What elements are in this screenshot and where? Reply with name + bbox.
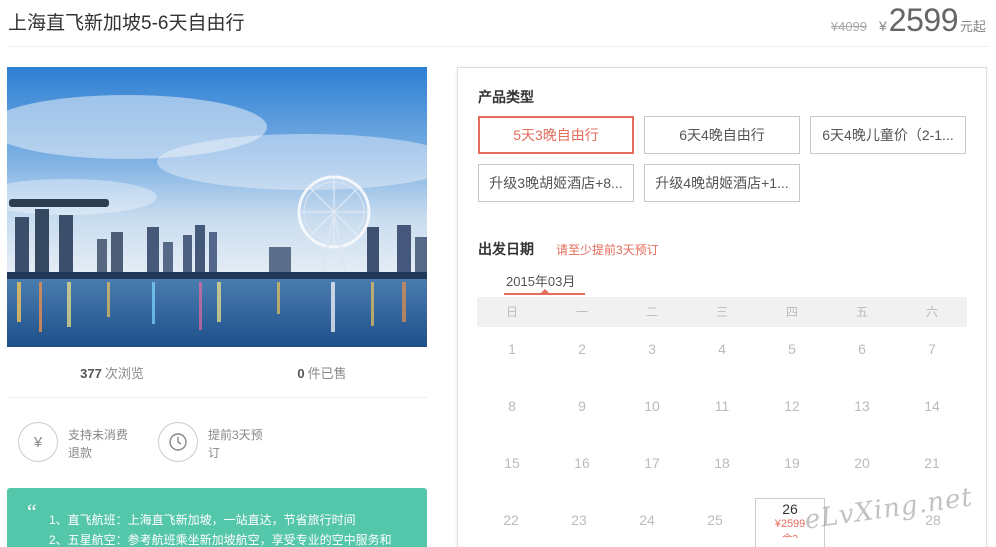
calendar-day: 23 [571,512,587,528]
booking-hint: 请至少提前3天预订 [556,243,659,257]
currency-symbol: ¥ [879,18,887,34]
option-6d4n-child[interactable]: 6天4晚儿童价（2-1... [810,116,966,154]
service-features: ¥ 支持未消费退款 提前3天预订 [18,422,268,462]
weekday-wed: 三 [715,305,728,319]
price-box: ¥4099 ¥ 2599 元起 [831,2,986,39]
calendar-day: 2 [578,341,586,357]
calendar-day: 4 [718,341,726,357]
month-underline [504,293,585,295]
calendar-day: 10 [644,398,660,414]
calendar-day: 14 [924,398,940,414]
highlights-box: “ 1、直飞航班：上海直飞新加坡，一站直达，节省旅行时间 2、五星航空：参考航班… [7,488,427,547]
calendar-day: 9 [578,398,586,414]
calendar-day: 18 [714,455,730,471]
calendar-day: 15 [504,455,520,471]
highlight-line: 2、五星航空：参考航班乘坐新加坡航空，享受专业的空中服务和 [49,533,392,547]
weekday-fri: 五 [855,305,868,319]
calendar-day: 6 [858,341,866,357]
sold-stat: 0 件已售 [297,366,347,381]
calendar-day: 3 [648,341,656,357]
weekday-sun: 日 [505,305,518,319]
booking-panel: 产品类型 5天3晚自由行 6天4晚自由行 6天4晚儿童价（2-1... 升级3晚… [457,67,987,547]
clock-back-icon [158,422,198,462]
weekday-sat: 六 [925,305,938,319]
weekday-thu: 四 [785,305,798,319]
option-6d4n[interactable]: 6天4晚自由行 [644,116,800,154]
option-upgrade-3n[interactable]: 升级3晚胡姬酒店+8... [478,164,634,202]
highlight-line: 1、直飞航班：上海直飞新加坡，一站直达，节省旅行时间 [49,513,356,527]
calendar-day: 17 [644,455,660,471]
month-tab[interactable]: 2015年03月 [506,271,575,290]
calendar-day: 19 [784,455,800,471]
stats-divider [7,397,427,398]
page-title: 上海直飞新加坡5-6天自由行 [8,13,245,34]
calendar-day: 22 [503,512,519,528]
available-day-number: 26 [782,501,798,517]
departure-title: 出发日期 [478,241,534,257]
weekday-mon: 一 [575,305,588,319]
product-photo [7,67,427,347]
calendar-day: 11 [714,398,730,414]
calendar-day: 7 [928,341,936,357]
calendar-week-row: 1 2 3 4 5 6 7 [477,327,967,384]
price-unit: 元起 [959,19,986,34]
calendar-week-row: 8 9 10 11 12 13 14 [477,384,967,441]
quote-icon: “ [27,499,37,524]
calendar-day: 13 [854,398,870,414]
weekday-tue: 二 [645,305,658,319]
calendar-day: 16 [574,455,590,471]
calendar-day: 8 [508,398,516,414]
feature-advance-booking: 提前3天预订 [158,422,268,462]
feature-refund: ¥ 支持未消费退款 [18,422,128,462]
calendar-day: 20 [854,455,870,471]
calendar-day: 1 [508,341,516,357]
weekday-header: 日 一 二 三 四 五 六 [477,297,967,327]
header-divider [8,46,988,47]
product-type-title: 产品类型 [478,89,534,105]
original-price: ¥4099 [830,19,867,34]
option-5d3n[interactable]: 5天3晚自由行 [478,116,634,154]
calendar-day: 12 [784,398,800,414]
calendar-day: 24 [639,512,655,528]
option-upgrade-4n[interactable]: 升级4晚胡姬酒店+1... [644,164,800,202]
month-pointer [541,289,549,293]
yen-refund-icon: ¥ [18,422,58,462]
stats-bar: 377 次浏览 0 件已售 [7,363,427,387]
calendar-week-row: 15 16 17 18 19 20 21 [477,441,967,498]
current-price: 2599 [888,2,959,38]
calendar-day: 5 [788,341,796,357]
views-stat: 377 次浏览 [80,366,144,381]
calendar-day: 25 [707,512,723,528]
